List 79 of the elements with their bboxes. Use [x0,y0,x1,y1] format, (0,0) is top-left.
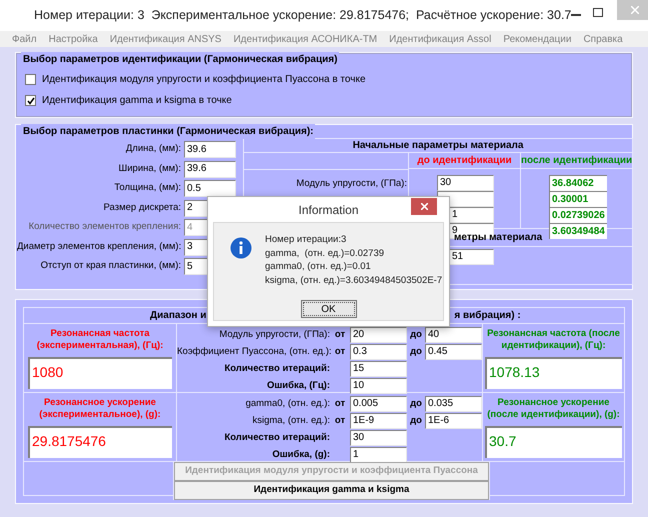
param-label: gamma0, (отн. ед.): [244,396,330,411]
to-label: до [409,328,423,342]
text-field[interactable]: 40 [425,327,482,343]
text-field[interactable]: 15 [350,361,407,377]
field-label: Количество элементов крепления: [28,220,182,234]
text-field[interactable]: 1E-6 [425,413,482,429]
param-label: Количество итераций: [223,430,330,445]
table-heading: я вибрация) : [454,309,521,323]
field-label: Отступ от края пластинки, (мм): [40,259,182,274]
field-label: Длина, (мм): [124,142,182,156]
checkbox[interactable] [25,95,36,106]
close-icon [631,6,640,14]
measurement-field[interactable]: 1078.13 [485,357,622,389]
message-line: Номер итерации:3 [265,233,348,246]
dialog-title: Information [298,202,359,218]
measurement-field[interactable]: 29.8175476 [28,426,172,458]
minimize-icon[interactable] [571,14,582,16]
measurement-label: Резонансная частота (экспериментальная), (Гц): [36,328,164,352]
measurement-label: Резонансное ускорение (экспериментальное), (g): [38,397,162,421]
param-label: Модуль упругости, (ГПа): [218,328,330,342]
group-title: Выбор параметров идентификации (Гармоническая вибрация) [21,52,340,67]
from-label: от [334,414,346,428]
param-label: ksigma, (отн. ед.): [251,414,330,428]
param-label: Коэффициент Пуассона, (отн. ед.): [177,344,330,359]
to-label: до [409,414,423,428]
param-label: Количество итераций: [223,362,330,376]
check-icon [26,96,34,104]
text-field[interactable]: 30 [437,175,494,191]
checkbox-label: Идентификация gamma и ksigma в точке [42,94,232,108]
checkbox[interactable] [25,74,36,85]
text-field[interactable]: 0.035 [425,396,482,412]
field-label: Ширина, (мм): [118,162,182,176]
from-label: от [334,328,346,342]
text-field[interactable]: 1E-9 [350,413,407,429]
field-label: Толщина, (мм): [113,181,182,196]
message-line: gamma, (отн. ед.)=0.02739 [265,246,386,260]
close-button[interactable] [411,198,437,215]
message-line: ksigma, (отн. ед.)=3.60349484503502E-7 [265,274,442,287]
text-field[interactable]: 0.3 [350,344,407,360]
text-field[interactable]: 20 [350,327,407,343]
field-label: Размер дискрета: [102,200,182,215]
text-field[interactable]: 0.5 [184,180,236,197]
measurement-label: Резонансная частота (после идентификации), (Гц): [486,328,621,352]
maximize-icon[interactable] [593,8,604,17]
close-icon [420,203,428,210]
text-field[interactable]: 1 [350,447,407,463]
param-label: Ошибка, (Гц): [266,378,330,393]
measurement-field[interactable]: 30.7 [485,426,622,458]
from-label: от [334,396,346,411]
window-title: Номер итерации: 3 Экспериментальное ускорение: 29.8175476; Расчётное ускорение: 30.7 [34,7,572,24]
ok-button[interactable]: OK [300,300,356,318]
to-label: до [409,396,423,411]
column-heading: до идентификации [409,153,520,169]
checkbox-label: Идентификация модуля упругости и коэффициента Пуассона в точке [42,73,366,87]
text-field[interactable]: 39.6 [184,160,236,178]
measurement-field[interactable]: 1080 [28,357,172,389]
info-icon [230,237,252,259]
identify-button[interactable]: Идентификация gamma и ksigma [174,481,489,500]
result-field: 36.84062 [549,175,607,191]
result-field: 0.30001 [549,191,607,207]
to-label: до [409,344,423,359]
result-field: 0.02739026 [549,207,607,223]
table-heading: Начальные параметры материала [244,139,632,153]
field-label: Диаметр элементов крепления, (мм): [17,240,182,254]
group-title: Выбор параметров пластинки (Гармоническая вибрация): [21,124,316,139]
text-field[interactable]: 0.45 [425,344,482,360]
column-heading: после идентификации [521,153,632,169]
menu-item[interactable]: Идентификация ANSYS [110,32,222,46]
measurement-label: Резонансное ускорение (после идентификации), (g): [486,397,621,421]
table-heading: Диапазон и [150,309,206,323]
field-label: Модуль упругости, (ГПа): [295,177,408,191]
text-field[interactable]: 30 [350,430,407,446]
text-field[interactable]: 10 [350,378,407,394]
text-field[interactable]: 39.6 [184,141,236,158]
param-label: Ошибка, (g): [271,448,330,462]
result-field: 3.60349484 [549,223,607,239]
message-line: gamma0, (отн. ед.)=0.01 [265,260,372,274]
from-label: от [334,344,346,359]
text-field[interactable]: 0.005 [350,396,407,412]
